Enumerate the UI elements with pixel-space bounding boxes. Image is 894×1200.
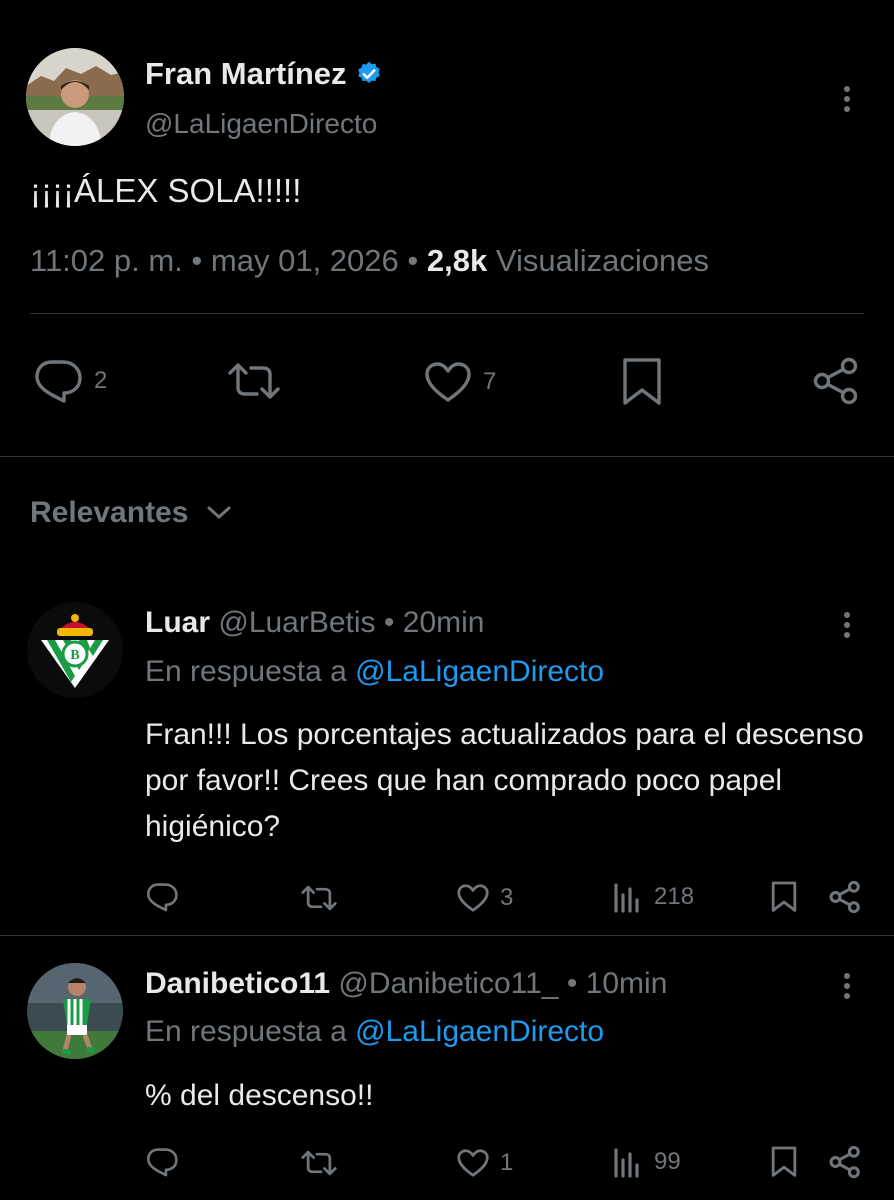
retweet-button[interactable] [300,1148,338,1178]
views-icon [612,1146,644,1178]
reply-to-line: En respuesta a @LaLigaenDirecto [145,655,604,689]
more-icon[interactable] [836,610,858,640]
reply-header: Danibetico11 @Danibetico11_ • 10min [145,967,667,1001]
share-icon [828,880,862,914]
reply-avatar-luar[interactable]: B [27,602,123,698]
tweet-text: ¡¡¡¡ÁLEX SOLA!!!!! [30,172,302,209]
bookmark-button[interactable] [620,356,664,408]
bookmark-icon [770,1145,798,1179]
tweet-time[interactable]: 11:02 p. m. [30,243,183,278]
view-count: 218 [654,883,695,910]
reply-text: Fran!!! Los porcentajes actualizados par… [145,718,864,843]
retweet-icon [226,360,282,402]
tweet-meta: 11:02 p. m. • may 01, 2026 • 2,8k Visual… [30,243,709,279]
share-button[interactable] [828,1145,862,1179]
chevron-down-icon [206,505,232,521]
reply-divider [0,935,894,936]
bookmark-button[interactable] [770,1145,798,1179]
reply-header: Luar @LuarBetis • 20min [145,606,484,640]
views-button[interactable]: 218 [612,881,694,913]
reply-icon [145,1146,179,1178]
views-icon [612,881,644,913]
reply-avatar-danibetico[interactable] [27,963,123,1059]
retweet-icon [300,883,338,913]
reply-to-line: En respuesta a @LaLigaenDirecto [145,1015,604,1049]
like-count: 3 [500,884,514,911]
reply-dot: • [566,967,578,1000]
tweet-date[interactable]: may 01, 2026 [211,243,399,278]
like-count: 1 [500,1149,514,1176]
views-label: Visualizaciones [495,243,709,278]
retweet-button[interactable] [226,360,282,402]
author-name[interactable]: Fran Martínez [145,56,383,92]
like-button[interactable]: 1 [456,1148,513,1178]
reply-to-link[interactable]: @LaLigaenDirecto [355,1015,604,1048]
share-icon [811,356,861,406]
bookmark-icon [620,356,664,408]
reply-time[interactable]: 10min [586,967,668,1000]
more-icon[interactable] [836,971,858,1001]
author-name-text[interactable]: Fran Martínez [145,56,347,92]
meta-separator: • [191,243,203,278]
like-icon [423,360,473,404]
retweet-icon [300,1148,338,1178]
verified-badge-icon [355,60,383,88]
sort-dropdown[interactable]: Relevantes [30,496,232,530]
like-icon [456,1148,490,1178]
meta-separator: • [407,243,419,278]
share-icon [828,1145,862,1179]
like-count: 7 [483,368,497,395]
reply-author-handle[interactable]: @Danibetico11_ [338,967,558,1000]
reply-to-link[interactable]: @LaLigaenDirecto [355,655,604,688]
reply-button[interactable]: 2 [32,358,107,404]
author-handle[interactable]: @LaLigaenDirecto [145,108,377,140]
reply-author-name[interactable]: Danibetico11 [145,967,330,1000]
sort-label: Relevantes [30,496,189,529]
reply-dot: • [383,606,395,639]
reply-author-name[interactable]: Luar [145,606,210,639]
bookmark-button[interactable] [770,880,798,914]
section-divider [0,456,894,457]
reply-time[interactable]: 20min [403,606,485,639]
views-button[interactable]: 99 [612,1146,681,1178]
retweet-button[interactable] [300,883,338,913]
like-button[interactable]: 7 [423,360,496,404]
bookmark-icon [770,880,798,914]
like-icon [456,883,490,913]
author-avatar[interactable] [26,48,124,146]
reply-to-prefix: En respuesta a [145,655,347,688]
divider [30,313,864,314]
svg-text:B: B [70,648,79,663]
reply-author-handle[interactable]: @LuarBetis [218,606,375,639]
reply-button[interactable] [145,881,179,913]
like-button[interactable]: 3 [456,883,513,913]
reply-icon [32,358,84,404]
views-count: 2,8k [426,243,488,278]
reply-count: 2 [94,367,108,394]
view-count: 99 [654,1148,681,1175]
reply-to-prefix: En respuesta a [145,1015,347,1048]
share-button[interactable] [811,356,861,406]
reply-text: % del descenso!! [145,1079,374,1112]
reply-button[interactable] [145,1146,179,1178]
share-button[interactable] [828,880,862,914]
reply-icon [145,881,179,913]
more-icon[interactable] [836,84,858,114]
